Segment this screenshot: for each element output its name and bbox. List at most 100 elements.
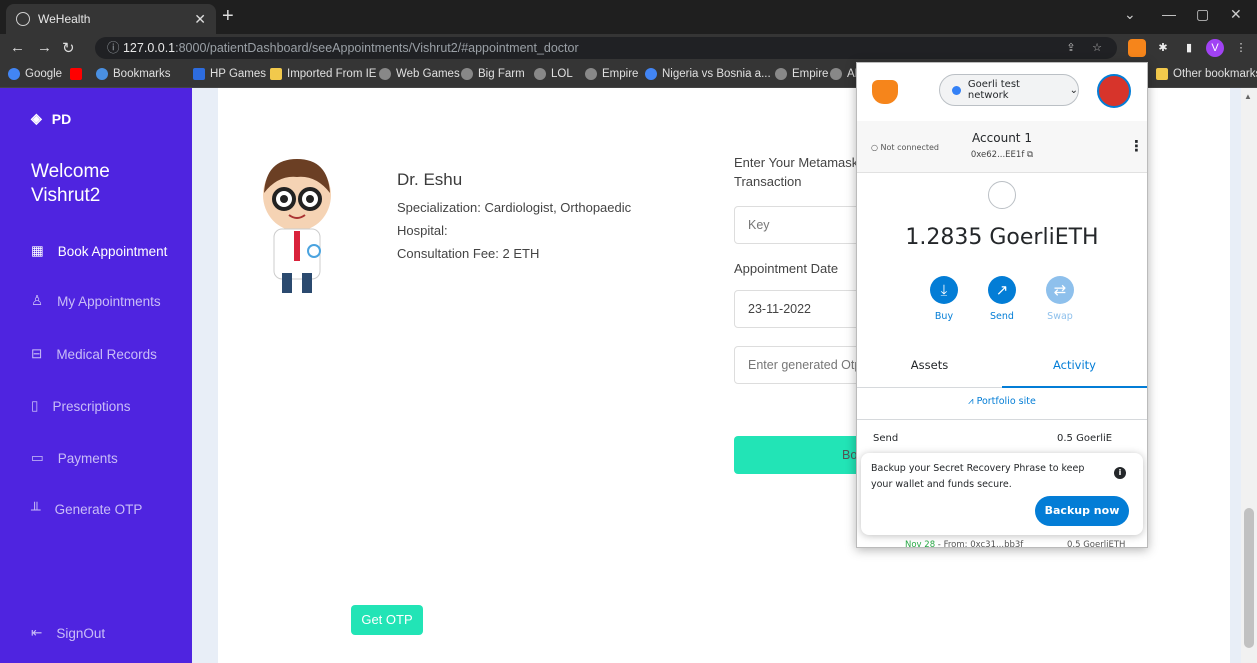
browser-tab-strip: WeHealth ✕ + ⌄ — ▢ ✕ [0, 0, 1257, 34]
chevron-down-icon: ⌄ [1069, 84, 1078, 96]
back-icon[interactable]: ← [10, 39, 25, 56]
grid-icon: ▦ [31, 243, 44, 258]
share-icon[interactable]: ⇪ [1062, 39, 1080, 57]
puzzle-icon[interactable]: ✱ [1154, 39, 1172, 57]
tab-assets[interactable]: Assets [857, 342, 1002, 388]
swap-button[interactable]: ⇄ Swap [1038, 276, 1082, 322]
metamask-key-label: Enter Your Metamask Transaction [734, 153, 858, 191]
bookmark-big-farm[interactable]: Big Farm [461, 68, 525, 80]
bookmark-hp-games[interactable]: HP Games [193, 68, 266, 80]
sidebar-item-payments[interactable]: ▭ Payments [31, 450, 118, 466]
download-icon: ⤓ [930, 276, 958, 304]
globe-icon [16, 12, 30, 26]
bookmark-imported-from-ie[interactable]: Imported From IE [270, 68, 376, 80]
close-tab-icon[interactable]: ✕ [194, 11, 206, 28]
page-scrollbar[interactable]: ▲ [1241, 88, 1257, 663]
network-selector[interactable]: Goerli test network ⌄ [939, 74, 1079, 106]
bookmark-google[interactable]: Google [8, 68, 62, 80]
minimize-icon[interactable]: — [1162, 6, 1176, 22]
copy-icon: ⧉ [1027, 150, 1034, 160]
transaction-item[interactable]: Nov 28 - From: 0xc31...bb3f [905, 540, 1024, 548]
bookmark-empire[interactable]: Empire [585, 68, 638, 80]
tab-wehealth[interactable]: WeHealth ✕ [6, 4, 216, 34]
sidepanel-icon[interactable]: ▮ [1180, 39, 1198, 57]
metamask-popup: Goerli test network ⌄ ○ Not connected Ac… [856, 62, 1148, 548]
chart-icon: ╨ [31, 502, 41, 517]
user-icon: ♙ [31, 293, 44, 308]
label-line: Transaction [734, 174, 802, 189]
appointment-date-input[interactable]: 23-11-2022 [734, 290, 874, 328]
document-icon: ⊟ [31, 346, 43, 361]
info-icon: ⓘ [107, 41, 123, 55]
sidebar-item-label: Prescriptions [52, 398, 131, 414]
account-options-icon[interactable]: ⋮ [1129, 137, 1144, 155]
otp-input[interactable]: Enter generated Otp [734, 346, 874, 384]
send-button[interactable]: ↗ Send [980, 276, 1024, 322]
doctor-name: Dr. Eshu [397, 170, 463, 189]
sidebar-item-generate-otp[interactable]: ╨ Generate OTP [31, 502, 142, 517]
scrollbar-thumb[interactable] [1244, 508, 1254, 648]
maximize-icon[interactable]: ▢ [1196, 6, 1209, 23]
swap-label: Swap [1047, 311, 1073, 322]
username: Vishrut2 [31, 185, 101, 206]
sidebar: ◈ PD Welcome Vishrut2 ▦ Book Appointment… [0, 88, 192, 663]
metamask-extension-icon[interactable] [1128, 39, 1146, 57]
bookmark-empire-2[interactable]: Empire [775, 68, 828, 80]
sidebar-item-signout[interactable]: ⇤ SignOut [31, 625, 105, 641]
doctor-specialization: Specialization: Cardiologist, Orthopaedi… [397, 200, 632, 215]
doctor-fee: Consultation Fee: 2 ETH [397, 246, 540, 261]
profile-avatar[interactable]: V [1206, 39, 1224, 57]
sidebar-item-prescriptions[interactable]: ▯ Prescriptions [31, 398, 130, 414]
reload-icon[interactable]: ↻ [62, 39, 75, 57]
backup-text: Backup your Secret Recovery Phrase to ke… [871, 463, 1085, 490]
address-text: 0xe62...EE1f [970, 150, 1025, 160]
doctor-info: Dr. Eshu Specialization: Cardiologist, O… [397, 170, 631, 269]
bookmark-nigeria-vs-bosnia[interactable]: Nigeria vs Bosnia a... [645, 68, 771, 80]
bookmark-other[interactable]: Other bookmarks [1156, 68, 1257, 80]
account-avatar[interactable] [1097, 74, 1131, 108]
info-icon[interactable]: i [1114, 467, 1126, 479]
bookmark-bookmarks[interactable]: Bookmarks [96, 68, 171, 80]
account-name: Account 1 [972, 131, 1032, 145]
new-tab-icon[interactable]: + [222, 5, 234, 28]
doctor-avatar-image [263, 159, 331, 293]
buy-button[interactable]: ⤓ Buy [922, 276, 966, 322]
bookmark-youtube[interactable] [70, 68, 87, 80]
sidebar-item-label: Medical Records [56, 346, 157, 362]
close-window-icon[interactable]: ✕ [1230, 6, 1242, 23]
transaction-partial-amount: 0.5 GoerliE [1057, 433, 1113, 444]
appointment-date-label: Appointment Date [734, 261, 839, 276]
backup-now-button[interactable]: Backup now [1035, 496, 1129, 526]
get-otp-button[interactable]: Get OTP [351, 605, 423, 635]
layers-icon: ◈ [31, 110, 42, 126]
transaction-key-input[interactable]: Key [734, 206, 874, 244]
url-input[interactable]: ⓘ 127.0.0.1:8000/patientDashboard/seeApp… [95, 37, 1117, 59]
sidebar-item-label: My Appointments [57, 293, 161, 309]
metamask-tabs: Assets Activity [857, 342, 1147, 388]
chevron-down-icon[interactable]: ⌄ [1124, 6, 1136, 23]
network-dot-icon [952, 85, 961, 95]
sidebar-item-label: Generate OTP [54, 502, 143, 517]
brand[interactable]: ◈ PD [31, 110, 71, 127]
menu-icon[interactable]: ⋮ [1232, 39, 1250, 57]
account-address[interactable]: 0xe62...EE1f ⧉ [857, 150, 1147, 160]
sidebar-item-medical-records[interactable]: ⊟ Medical Records [31, 346, 157, 362]
metamask-header: Goerli test network ⌄ [857, 63, 1147, 121]
portfolio-label: Portfolio site [976, 396, 1036, 407]
tab-title: WeHealth [38, 12, 91, 26]
portfolio-link[interactable]: ⩘ Portfolio site [857, 396, 1147, 407]
book-appointment-button[interactable]: Bo [734, 436, 874, 474]
forward-icon[interactable]: → [37, 39, 52, 56]
bookmark-web-games[interactable]: Web Games [379, 68, 460, 80]
signout-icon: ⇤ [31, 625, 43, 640]
send-label: Send [990, 311, 1014, 322]
address-bar-row: ← → ↻ ⓘ 127.0.0.1:8000/patientDashboard/… [0, 34, 1257, 62]
url-host: 127.0.0.1 [122, 41, 176, 55]
sidebar-item-book-appointment[interactable]: ▦ Book Appointment [31, 243, 167, 259]
bookmark-lol[interactable]: LOL [534, 68, 573, 80]
scroll-up-arrow-icon[interactable]: ▲ [1244, 92, 1252, 101]
star-icon[interactable]: ☆ [1088, 39, 1106, 57]
tx-from: - From: 0xc31...bb3f [935, 540, 1024, 548]
sidebar-item-my-appointments[interactable]: ♙ My Appointments [31, 293, 161, 309]
tab-activity[interactable]: Activity [1002, 342, 1147, 388]
